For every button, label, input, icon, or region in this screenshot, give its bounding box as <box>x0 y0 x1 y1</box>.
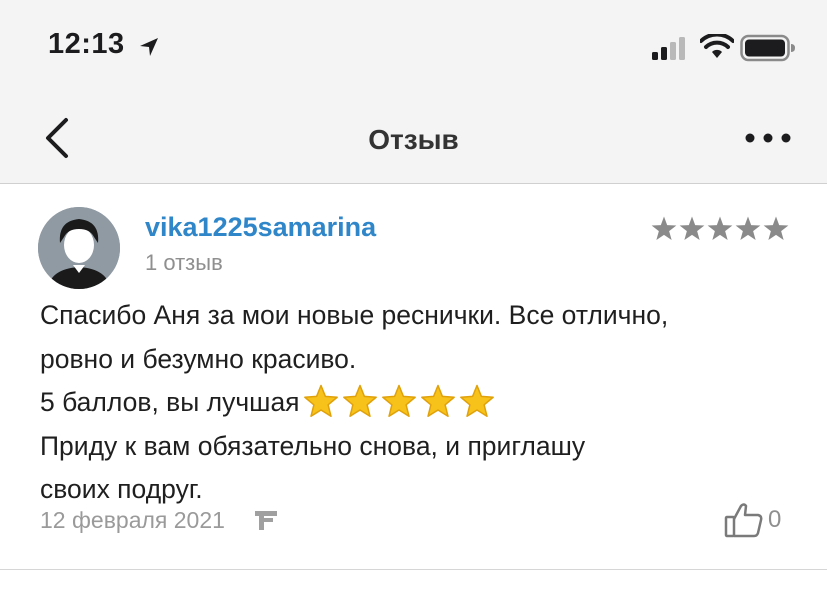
review-line: своих подруг. <box>40 474 203 504</box>
thumbs-up-icon <box>724 503 763 538</box>
star-emoji-icon <box>342 384 377 417</box>
header-divider <box>0 183 827 184</box>
battery-icon <box>740 34 795 62</box>
rating-star-icon <box>763 216 789 241</box>
star-emoji-icon <box>420 384 455 417</box>
user-avatar-icon <box>38 207 120 289</box>
review-line: Приду к вам обязательно снова, и приглаш… <box>40 430 586 461</box>
star-emoji-icons <box>303 384 494 417</box>
rating-star-icon <box>679 216 705 241</box>
star-emoji-icon <box>303 384 338 417</box>
source-logo-icon <box>255 511 277 530</box>
rating-star-icon <box>707 216 733 241</box>
star-emoji-icon <box>459 384 494 417</box>
bottom-divider <box>0 569 827 570</box>
like-count: 0 <box>768 506 782 533</box>
rating-stars <box>651 216 789 241</box>
reviewer-username-link[interactable]: vika1225samarina <box>145 212 376 243</box>
rating-star-icon <box>651 216 677 241</box>
page-title: Отзыв <box>368 124 459 155</box>
review-line: Спасибо Аня за мои новые реснички. Все о… <box>40 300 669 330</box>
review-line: 5 баллов, вы лучшая <box>40 381 800 425</box>
reviewer-review-count: 1 отзыв <box>145 250 223 275</box>
like-button[interactable]: 0 <box>722 500 794 540</box>
rating-star-icon <box>735 216 761 241</box>
more-options-button[interactable] <box>742 128 794 148</box>
avatar[interactable] <box>38 207 120 289</box>
review-date: 12 февраля 2021 <box>40 507 225 533</box>
review-line: ровно и безумно красиво. <box>40 343 357 374</box>
review-line-text: 5 баллов, вы лучшая <box>40 387 300 417</box>
top-bar: 12:13 Отзыв <box>0 0 827 183</box>
star-emoji-icon <box>381 384 416 417</box>
location-arrow-icon <box>140 38 158 56</box>
wifi-icon <box>700 34 734 58</box>
status-time: 12:13 <box>48 28 125 60</box>
cellular-signal-icon <box>652 37 685 60</box>
review-text: Спасибо Аня за мои новые реснички. Все о… <box>40 294 800 512</box>
